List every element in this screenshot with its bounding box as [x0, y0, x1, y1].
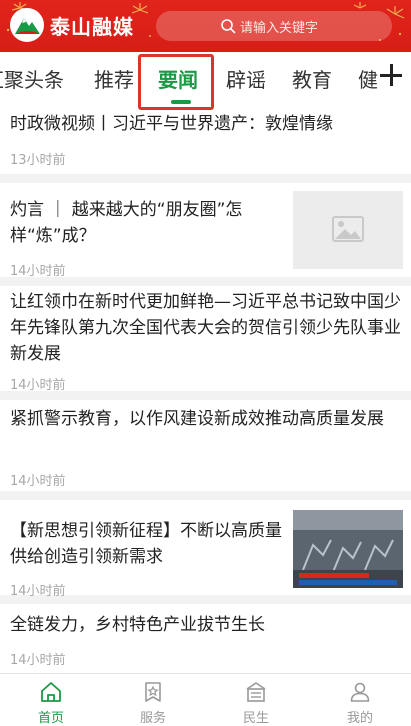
- app-logo[interactable]: 泰山融媒: [10, 8, 134, 42]
- news-item[interactable]: 全链发力，乡村特色产业拔节生长 14小时前: [0, 604, 411, 673]
- image-placeholder-icon: [332, 216, 364, 242]
- news-title: 全链发力，乡村特色产业拔节生长: [10, 615, 265, 635]
- nav-profile[interactable]: 我的: [309, 674, 411, 726]
- nav-service[interactable]: 服务: [102, 674, 204, 726]
- news-title: 时政微视频丨习近平与世界遗产：敦煌情缘: [10, 114, 333, 134]
- tab-recommend[interactable]: 推荐: [94, 64, 134, 93]
- news-time: 14小时前: [10, 653, 66, 668]
- nav-home-label: 首页: [37, 711, 64, 726]
- news-item[interactable]: 时政微视频丨习近平与世界遗产：敦煌情缘 13小时前: [0, 108, 411, 183]
- nav-livelihood[interactable]: 民生: [205, 674, 307, 726]
- news-thumbnail: [293, 191, 403, 269]
- tab-headlines[interactable]: 汇聚头条: [0, 64, 64, 93]
- app-header: 泰山融媒 请输入关键字: [0, 0, 411, 52]
- livelihood-icon: [246, 682, 266, 702]
- service-icon: [145, 682, 161, 702]
- tab-education[interactable]: 教育: [292, 64, 332, 93]
- app-name: 泰山融媒: [50, 14, 134, 39]
- add-channel-icon[interactable]: [380, 64, 404, 88]
- nav-livelihood-label: 民生: [242, 711, 269, 726]
- nav-home[interactable]: 首页: [0, 674, 102, 726]
- search-input[interactable]: 请输入关键字: [156, 11, 392, 41]
- tab-health[interactable]: 健: [358, 64, 378, 93]
- nav-service-label: 服务: [139, 711, 166, 726]
- news-item[interactable]: 紧抓警示教育，以作风建设新成效推动高质量发展 14小时前: [0, 400, 411, 500]
- news-item[interactable]: 【新思想引领新征程】不断以高质量供给创造引领新需求 14小时前: [0, 500, 411, 604]
- factory-photo-icon: [293, 510, 403, 588]
- active-tab-indicator: [171, 100, 191, 104]
- news-title: 紧抓警示教育，以作风建设新成效推动高质量发展: [10, 409, 384, 429]
- bottom-navigation: 首页 服务 民生 我的: [0, 673, 411, 726]
- news-thumbnail: [293, 510, 403, 588]
- profile-icon: [350, 682, 370, 702]
- news-time: 13小时前: [10, 153, 66, 168]
- news-item[interactable]: 灼言 ｜ 越来越大的“朋友圈”怎样“炼”成？ 14小时前: [0, 183, 411, 286]
- search-placeholder: 请输入关键字: [240, 20, 319, 36]
- news-item[interactable]: 让红领巾在新时代更加鲜艳—习近平总书记致中国少年先锋队第九次全国代表大会的贺信引…: [0, 286, 411, 400]
- news-title: 让红领巾在新时代更加鲜艳—习近平总书记致中国少年先锋队第九次全国代表大会的贺信引…: [10, 292, 401, 364]
- news-time: 14小时前: [10, 474, 66, 489]
- tab-rumor[interactable]: 辟谣: [226, 64, 266, 93]
- mountain-logo-icon: [10, 8, 44, 42]
- news-title: 【新思想引领新征程】不断以高质量供给创造引领新需求: [10, 521, 282, 567]
- nav-profile-label: 我的: [346, 711, 373, 726]
- news-time: 14小时前: [10, 264, 66, 279]
- search-icon: [221, 19, 236, 34]
- news-time: 14小时前: [10, 584, 66, 599]
- home-icon: [41, 682, 61, 702]
- news-title: 灼言 ｜ 越来越大的“朋友圈”怎样“炼”成？: [10, 200, 243, 246]
- news-time: 14小时前: [10, 378, 66, 393]
